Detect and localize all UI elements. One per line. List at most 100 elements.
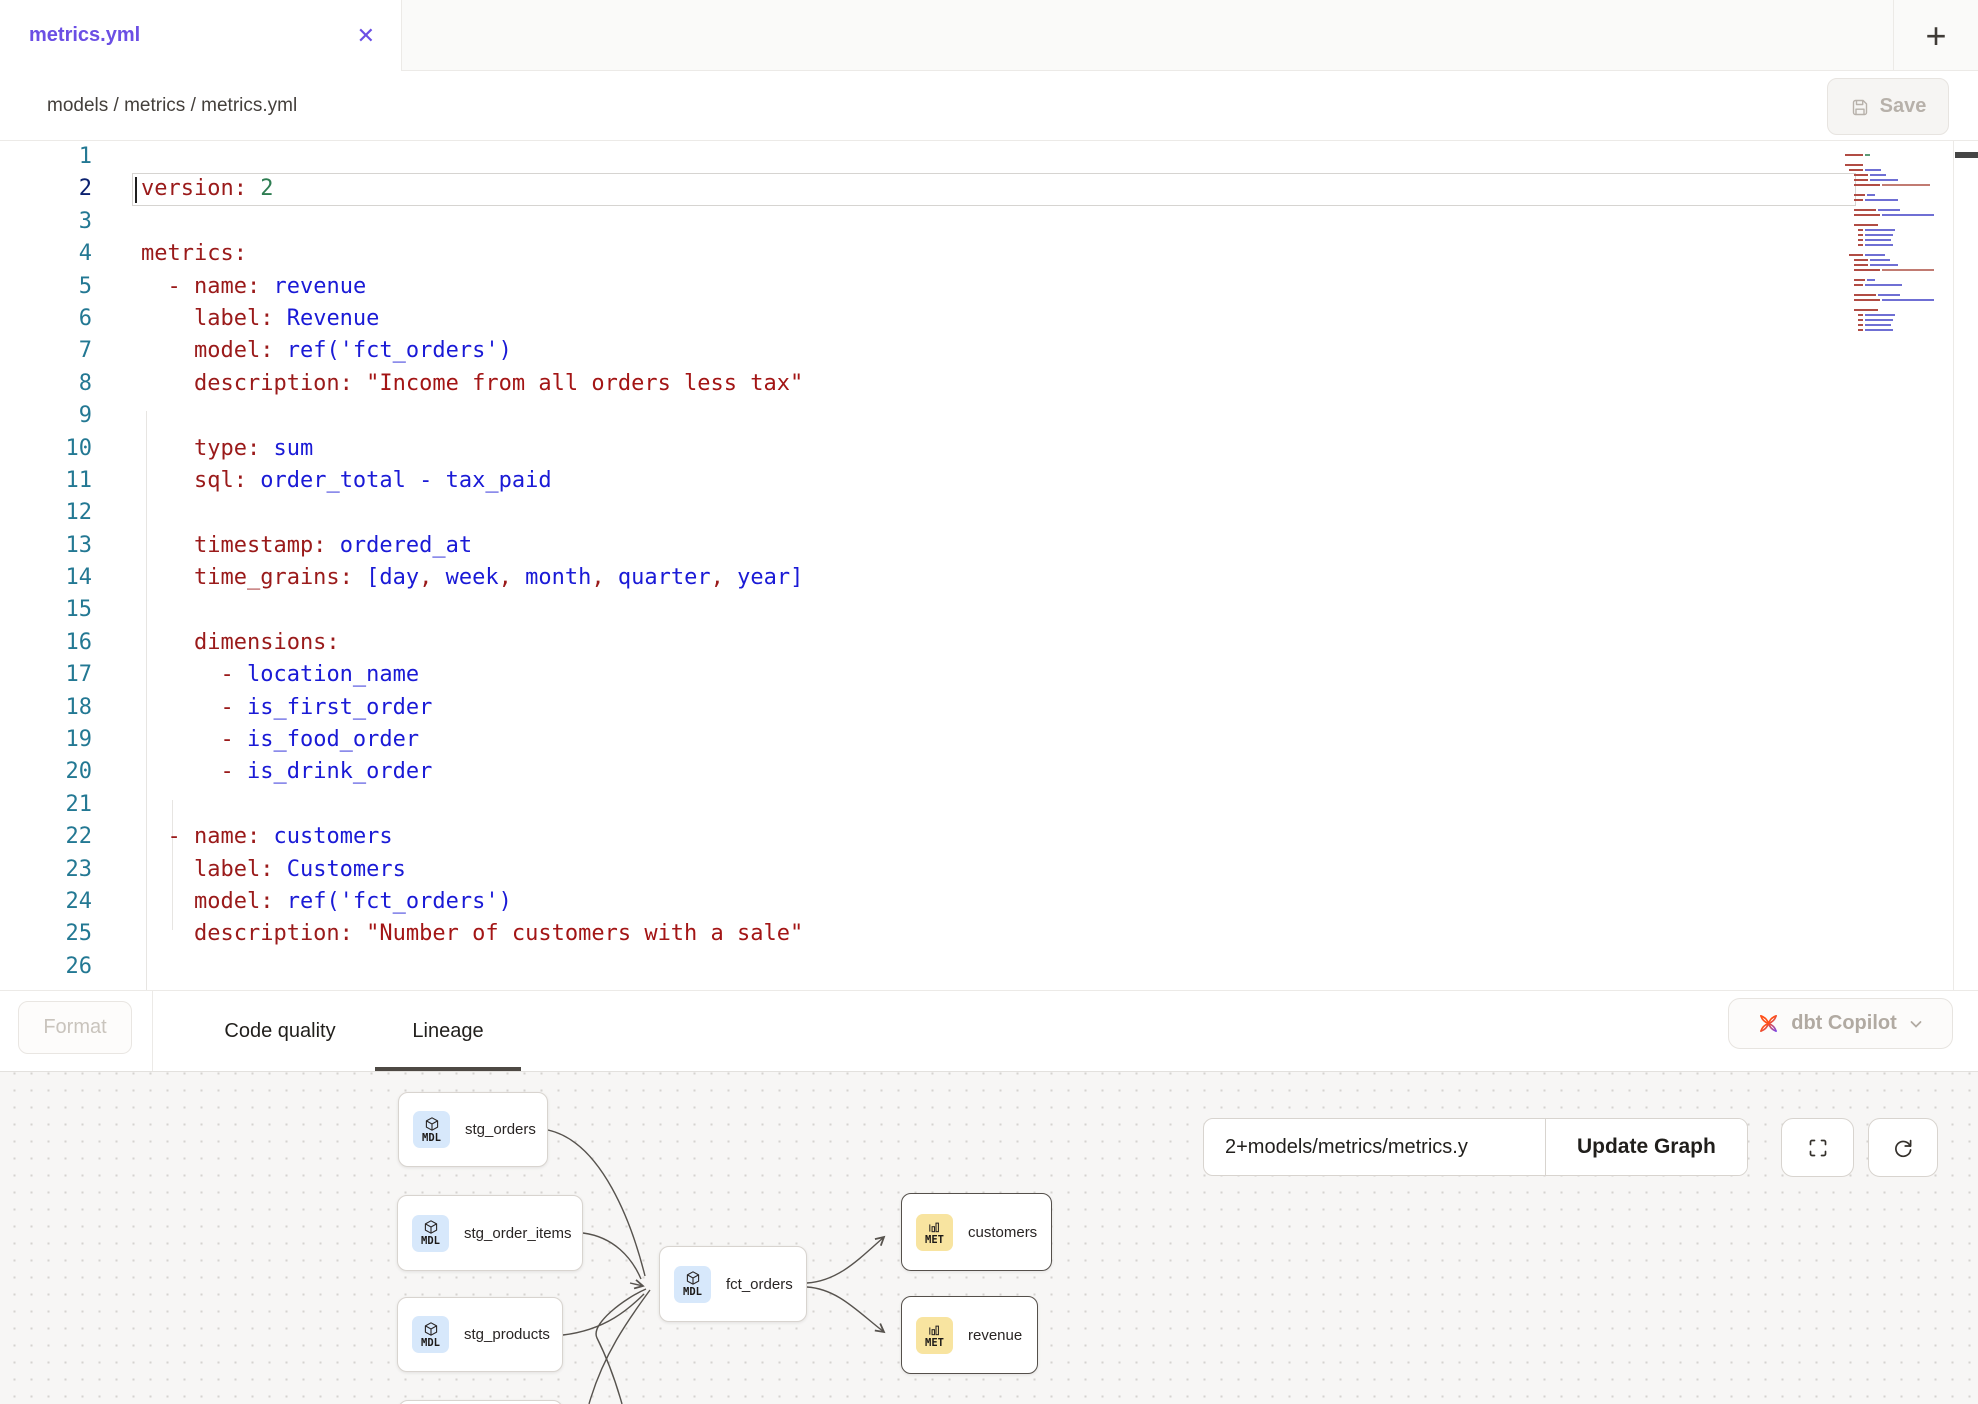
dbt-copilot-button[interactable]: dbt Copilot xyxy=(1728,998,1953,1049)
code-line[interactable]: description: "Number of customers with a… xyxy=(141,918,803,950)
code-line[interactable]: sql: order_total - tax_paid xyxy=(141,465,803,497)
tab-strip-empty xyxy=(402,0,1893,70)
line-number: 1 xyxy=(0,141,92,173)
code-lines[interactable]: version: 2 metrics: - name: revenue label… xyxy=(141,141,803,983)
metric-bar-chart-icon xyxy=(927,1322,942,1337)
lineage-node-revenue[interactable]: METrevenue xyxy=(901,1296,1038,1374)
close-icon[interactable]: ✕ xyxy=(357,25,375,47)
dbt-logo-icon xyxy=(1757,1012,1780,1035)
graph-selector: Update Graph xyxy=(1203,1118,1748,1176)
code-line[interactable] xyxy=(141,789,803,821)
breadcrumb: models / metrics / metrics.yml xyxy=(47,71,297,141)
fullscreen-button[interactable] xyxy=(1781,1118,1854,1177)
code-editor[interactable]: 1234567891011121314151617181920212223242… xyxy=(0,141,1978,990)
lineage-node-fct_orders[interactable]: MDLfct_orders xyxy=(659,1246,807,1322)
node-label: revenue xyxy=(968,1327,1022,1344)
code-line[interactable]: label: Revenue xyxy=(141,303,803,335)
line-number: 20 xyxy=(0,756,92,788)
chevron-down-icon xyxy=(1908,1016,1924,1032)
code-line[interactable]: - is_drink_order xyxy=(141,756,803,788)
fullscreen-icon xyxy=(1806,1136,1830,1160)
tab-title: metrics.yml xyxy=(29,24,140,47)
save-button[interactable]: Save xyxy=(1827,78,1949,135)
code-line[interactable]: - name: customers xyxy=(141,821,803,853)
node-label: customers xyxy=(968,1224,1037,1241)
line-number-gutter: 1234567891011121314151617181920212223242… xyxy=(0,141,92,983)
graph-selector-input[interactable] xyxy=(1204,1119,1545,1175)
line-number: 12 xyxy=(0,497,92,529)
tab-bar: metrics.yml ✕ + xyxy=(0,0,1978,71)
copilot-label: dbt Copilot xyxy=(1791,1012,1897,1035)
code-line[interactable]: time_grains: [day, week, month, quarter,… xyxy=(141,562,803,594)
code-line[interactable] xyxy=(141,400,803,432)
line-number: 17 xyxy=(0,659,92,691)
code-line[interactable]: dimensions: xyxy=(141,627,803,659)
line-number: 10 xyxy=(0,433,92,465)
line-number: 25 xyxy=(0,918,92,950)
save-label: Save xyxy=(1880,95,1927,118)
code-line[interactable] xyxy=(141,206,803,238)
code-line[interactable]: timestamp: ordered_at xyxy=(141,530,803,562)
line-number: 24 xyxy=(0,886,92,918)
code-line[interactable]: version: 2 xyxy=(141,173,803,205)
minimap-separator xyxy=(1953,141,1954,990)
line-number: 14 xyxy=(0,562,92,594)
model-cube-icon xyxy=(685,1270,701,1286)
node-label: stg_order_items xyxy=(464,1225,572,1242)
line-number: 15 xyxy=(0,594,92,626)
lineage-node-stg_products[interactable]: MDLstg_products xyxy=(397,1297,563,1372)
line-number: 19 xyxy=(0,724,92,756)
editor-toolbar: Format Code quality Lineage dbt Copilot xyxy=(0,990,1978,1072)
lineage-node-partial-node[interactable] xyxy=(398,1400,563,1404)
lineage-node-customers[interactable]: MET customers xyxy=(901,1193,1052,1271)
metric-bar-chart-icon xyxy=(927,1219,942,1234)
floppy-disk-icon xyxy=(1850,97,1870,117)
code-line[interactable]: - is_food_order xyxy=(141,724,803,756)
code-line[interactable]: - location_name xyxy=(141,659,803,691)
new-tab-button[interactable]: + xyxy=(1893,0,1978,71)
line-number: 7 xyxy=(0,335,92,367)
code-line[interactable]: type: sum xyxy=(141,433,803,465)
code-line[interactable] xyxy=(141,594,803,626)
lineage-node-stg_orders[interactable]: MDLstg_orders xyxy=(398,1092,548,1167)
tab-lineage[interactable]: Lineage xyxy=(398,991,498,1071)
mdl-badge: MDL xyxy=(413,1111,450,1148)
code-line[interactable]: model: ref('fct_orders') xyxy=(141,335,803,367)
active-tab-underline xyxy=(375,1067,521,1071)
code-line[interactable]: - is_first_order xyxy=(141,692,803,724)
code-line[interactable] xyxy=(141,951,803,983)
code-line[interactable] xyxy=(141,141,803,173)
line-number: 5 xyxy=(0,271,92,303)
line-number: 13 xyxy=(0,530,92,562)
refresh-icon xyxy=(1891,1136,1915,1160)
met-badge: MET xyxy=(916,1214,953,1251)
code-line[interactable]: label: Customers xyxy=(141,854,803,886)
node-label: stg_products xyxy=(464,1326,550,1343)
scrollbar-marker[interactable] xyxy=(1955,152,1978,158)
line-number: 22 xyxy=(0,821,92,853)
model-cube-icon xyxy=(423,1321,439,1337)
format-button[interactable]: Format xyxy=(18,1001,132,1054)
tab-code-quality[interactable]: Code quality xyxy=(205,991,355,1071)
line-number: 4 xyxy=(0,238,92,270)
code-line[interactable] xyxy=(141,497,803,529)
refresh-button[interactable] xyxy=(1868,1118,1938,1177)
lineage-node-stg_order_items[interactable]: MDL stg_order_items xyxy=(397,1195,583,1271)
lineage-canvas[interactable]: MDLstg_ordersMDLstg_order_itemsMDLstg_pr… xyxy=(0,1072,1978,1404)
update-graph-button[interactable]: Update Graph xyxy=(1545,1119,1747,1175)
line-number: 11 xyxy=(0,465,92,497)
minimap[interactable] xyxy=(1845,149,1953,334)
text-cursor xyxy=(135,177,137,203)
line-number: 18 xyxy=(0,692,92,724)
code-line[interactable]: metrics: xyxy=(141,238,803,270)
line-number: 23 xyxy=(0,854,92,886)
line-number: 9 xyxy=(0,400,92,432)
code-line[interactable]: model: ref('fct_orders') xyxy=(141,886,803,918)
line-number: 26 xyxy=(0,951,92,983)
tab-metrics-yml[interactable]: metrics.yml ✕ xyxy=(0,0,402,71)
mdl-badge: MDL xyxy=(412,1215,449,1252)
mdl-badge: MDL xyxy=(674,1266,711,1303)
plus-icon: + xyxy=(1925,15,1946,57)
code-line[interactable]: description: "Income from all orders les… xyxy=(141,368,803,400)
code-line[interactable]: - name: revenue xyxy=(141,271,803,303)
